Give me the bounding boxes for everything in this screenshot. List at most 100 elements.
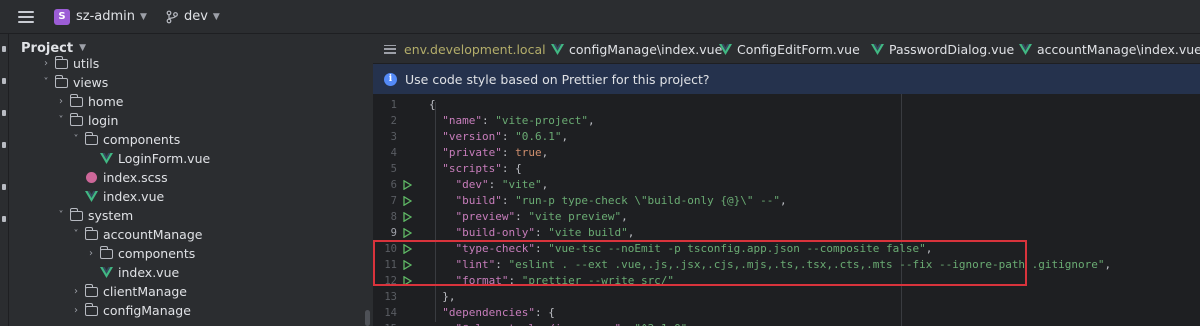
tree-item[interactable]: › utils (39, 54, 99, 73)
chevron-down-icon[interactable]: ▼ (79, 43, 86, 53)
text-file-icon (384, 44, 396, 54)
tree-item-label: accountManage (103, 227, 203, 242)
tree-item-label: clientManage (103, 284, 187, 299)
tree-item[interactable]: ˅ system (54, 206, 133, 225)
folder-icon (84, 131, 98, 145)
code-line[interactable]: "dependencies": { (429, 305, 555, 321)
tab-label: accountManage\index.vue (1037, 41, 1200, 57)
folder-icon (69, 112, 83, 126)
title-bar: S sz-admin ▼ dev ▼ (0, 0, 1200, 34)
vue-icon (85, 191, 98, 202)
project-badge[interactable]: S (54, 8, 70, 25)
tree-item[interactable]: LoginForm.vue (84, 149, 210, 168)
tool-window-strip (0, 34, 9, 326)
vue-icon (719, 43, 732, 55)
tree-item-label: configManage (103, 303, 191, 318)
chevron-down-icon[interactable]: ˅ (54, 210, 68, 221)
tree-item[interactable]: › components (84, 244, 195, 263)
chevron-right-icon[interactable]: › (39, 58, 53, 69)
tree-item-label: login (88, 113, 119, 128)
commit-icon[interactable] (2, 78, 6, 84)
chevron-down-icon[interactable]: ˅ (69, 134, 83, 145)
tree-item[interactable]: index.scss (69, 168, 168, 187)
tab-label: configManage\index.vue (569, 41, 723, 57)
tree-item-label: utils (73, 56, 100, 71)
code-editor[interactable]: 1 {2 "name": "vite-project", 3 "version": … (373, 94, 1200, 326)
chevron-right-icon[interactable]: › (84, 248, 98, 259)
tree-item[interactable]: ˅ components (69, 130, 180, 149)
chevron-down-icon[interactable]: ▼ (140, 12, 147, 22)
banner-text: Use code style based on Prettier for thi… (405, 71, 710, 87)
structure-icon[interactable] (2, 110, 6, 116)
tab-env-development-local[interactable]: env.development.local (384, 34, 546, 64)
tree-item-label: index.vue (118, 265, 180, 280)
code-line[interactable]: "name": "vite-project", (429, 113, 594, 129)
project-name[interactable]: sz-admin (76, 9, 135, 24)
run-script-icon[interactable] (403, 180, 412, 190)
code-line[interactable]: "preview": "vite preview", (429, 209, 628, 225)
code-line[interactable]: "@element-plus/icons-vue": "^2.1.0", (429, 321, 694, 326)
tab-configeditform-vue[interactable]: ConfigEditForm.vue (717, 34, 860, 64)
right-margin-guide (901, 94, 902, 326)
code-line[interactable]: { (429, 97, 436, 113)
tree-item[interactable]: index.vue (69, 187, 164, 206)
tab-accountmanage-index-vue[interactable]: accountManage\index.vue (1017, 34, 1200, 64)
prettier-notification-banner: i Use code style based on Prettier for t… (373, 64, 1200, 94)
code-line[interactable]: "scripts": { (429, 161, 521, 177)
more-tools-icon[interactable] (2, 216, 6, 222)
scrollbar[interactable] (365, 310, 370, 326)
code-line[interactable]: "build-only": "vite build", (429, 225, 635, 241)
run-script-icon[interactable] (403, 196, 412, 206)
folder-icon (69, 93, 83, 107)
chevron-down-icon[interactable]: ˅ (39, 77, 53, 88)
chevron-down-icon[interactable]: ▼ (213, 12, 220, 22)
git-icon[interactable] (2, 142, 6, 148)
tree-item[interactable]: ˅ login (54, 111, 118, 130)
tree-item-label: system (88, 208, 134, 223)
tree-item[interactable]: › home (54, 92, 123, 111)
line-number: 14 (384, 307, 397, 319)
git-branch-icon[interactable] (165, 10, 179, 24)
tree-item-label: views (73, 75, 109, 90)
folder-icon[interactable] (2, 46, 6, 52)
vue-icon (1019, 43, 1032, 55)
line-number: 5 (390, 163, 397, 175)
folder-icon (99, 245, 113, 259)
branch-name[interactable]: dev (184, 9, 208, 24)
highlight-box (373, 240, 1027, 286)
project-panel: Project ▼ › utils ˅ views › home ˅ login ˅ compon… (9, 34, 373, 326)
tab-configmanage-index-vue[interactable]: configManage\index.vue (549, 34, 722, 64)
bookmarks-icon[interactable] (2, 184, 6, 190)
code-line[interactable]: "private": true, (429, 145, 548, 161)
run-script-icon[interactable] (403, 228, 412, 238)
run-script-icon[interactable] (403, 212, 412, 222)
main-menu-icon[interactable] (18, 10, 34, 23)
tree-item-label: home (88, 94, 124, 109)
chevron-right-icon[interactable]: › (54, 96, 68, 107)
code-line[interactable]: "dev": "vite", (429, 177, 549, 193)
folder-icon (54, 55, 68, 69)
chevron-down-icon[interactable]: ˅ (54, 115, 68, 126)
chevron-right-icon[interactable]: › (69, 286, 83, 297)
tree-item[interactable]: › configManage (69, 301, 191, 320)
chevron-right-icon[interactable]: › (69, 305, 83, 316)
code-line[interactable]: "version": "0.6.1", (429, 129, 568, 145)
vue-icon (871, 43, 884, 55)
line-number: 2 (390, 115, 397, 127)
tree-item[interactable]: index.vue (84, 263, 179, 282)
tab-label: PasswordDialog.vue (889, 41, 1015, 57)
folder-icon (84, 283, 98, 297)
line-number: 1 (390, 99, 397, 111)
tree-item-label: components (118, 246, 196, 261)
code-line[interactable]: }, (429, 289, 455, 305)
chevron-down-icon[interactable]: ˅ (69, 229, 83, 240)
tab-passworddialog-vue[interactable]: PasswordDialog.vue (869, 34, 1014, 64)
tree-item[interactable]: › clientManage (69, 282, 187, 301)
tree-item[interactable]: ˅ views (39, 73, 108, 92)
tree-item[interactable]: ˅ accountManage (69, 225, 202, 244)
line-number: 4 (390, 147, 397, 159)
code-line[interactable]: "build": "run-p type-check \"build-only … (429, 193, 787, 209)
tree-item-label: index.vue (103, 189, 165, 204)
tree-item-label: LoginForm.vue (118, 151, 211, 166)
line-number: 7 (390, 195, 397, 207)
